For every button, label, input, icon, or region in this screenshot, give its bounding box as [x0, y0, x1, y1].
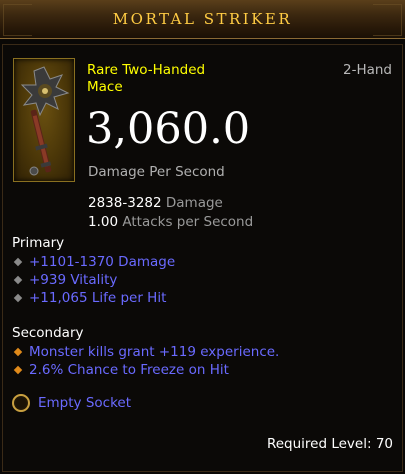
affix-text: +11,065 Life per Hit	[29, 290, 167, 306]
title-bar: MORTAL STRIKER	[0, 0, 405, 39]
affix-text: Monster kills grant +119 experience.	[29, 344, 280, 360]
mace-icon	[13, 58, 75, 182]
damage-value: 2838-3282	[88, 195, 162, 211]
attack-speed-value: 1.00	[88, 214, 119, 230]
dps-value: 3,060.0	[86, 104, 251, 154]
secondary-heading: Secondary	[12, 325, 84, 341]
affix-bullet-icon	[13, 293, 23, 303]
affix-bullet-icon	[13, 347, 23, 357]
attack-speed-line: 1.00 Attacks per Second	[88, 214, 253, 230]
primary-affix: +1101-1370 Damage	[13, 254, 175, 270]
required-level: Required Level: 70	[266, 436, 393, 452]
dps-label: Damage Per Second	[88, 164, 225, 180]
socket-label: Empty Socket	[38, 395, 132, 411]
primary-affix: +939 Vitality	[13, 272, 117, 288]
socket-icon	[12, 394, 30, 412]
secondary-affix: 2.6% Chance to Freeze on Hit	[13, 362, 229, 378]
item-tooltip: MORTAL STRIKER Rare Two-Handed Mace 2-Ha…	[0, 0, 405, 474]
damage-line: 2838-3282 Damage	[88, 195, 223, 211]
empty-socket: Empty Socket	[12, 394, 131, 412]
affix-text: 2.6% Chance to Freeze on Hit	[29, 362, 229, 378]
primary-affix: +11,065 Life per Hit	[13, 290, 166, 306]
primary-heading: Primary	[12, 235, 65, 251]
item-slot: 2-Hand	[342, 62, 392, 78]
damage-label: Damage	[165, 195, 223, 211]
secondary-affix: Monster kills grant +119 experience.	[13, 344, 279, 360]
affix-text: +939 Vitality	[29, 272, 118, 288]
affix-bullet-icon	[13, 257, 23, 267]
item-name: MORTAL STRIKER	[112, 10, 293, 28]
affix-text: +1101-1370 Damage	[29, 254, 176, 270]
item-type: Rare Two-Handed Mace	[87, 62, 206, 95]
affix-bullet-icon	[13, 275, 23, 285]
affix-bullet-icon	[13, 365, 23, 375]
attack-speed-label: Attacks per Second	[122, 214, 254, 230]
